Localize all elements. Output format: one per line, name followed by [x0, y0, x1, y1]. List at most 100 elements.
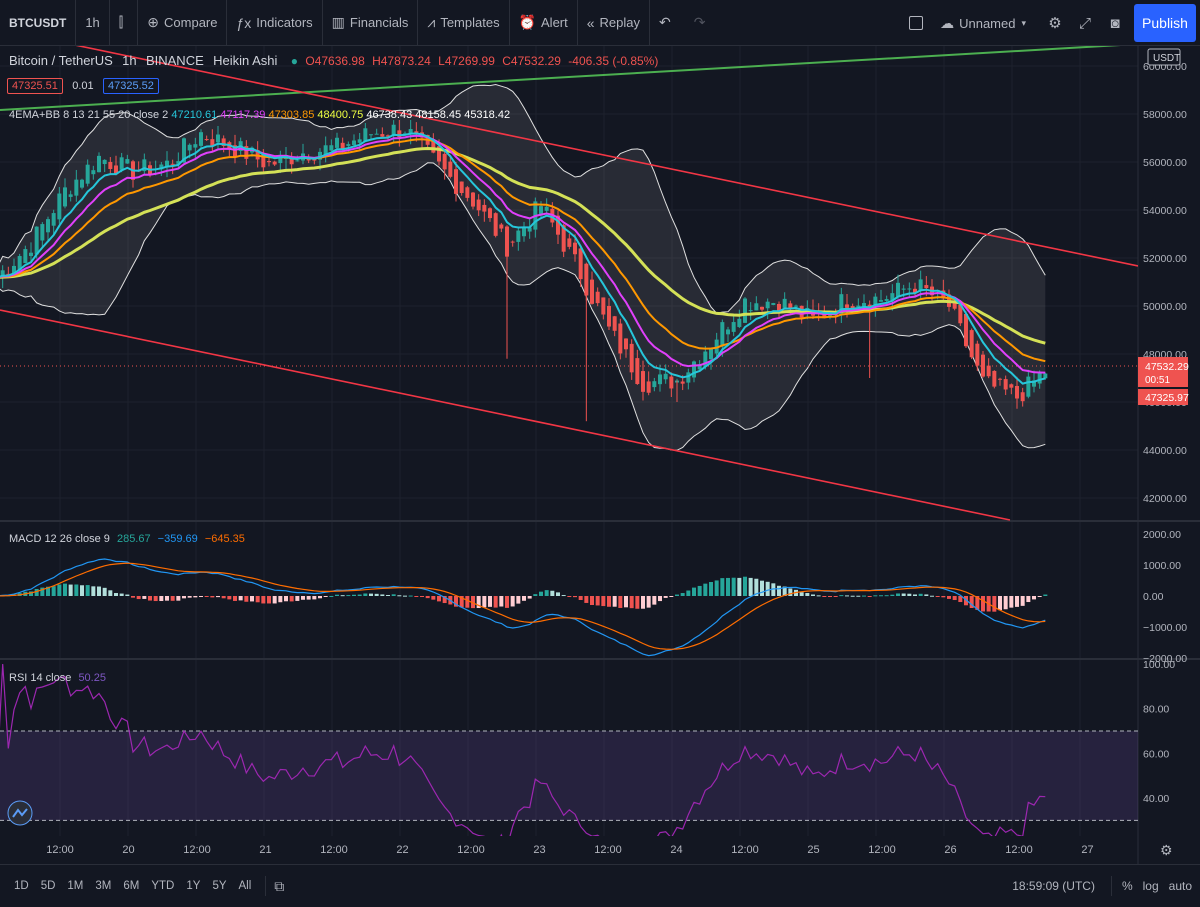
compare-button[interactable]: ⊕ Compare — [138, 0, 228, 46]
second-price-text: 47325.97 — [1145, 392, 1189, 404]
time-tick: 12:00 — [183, 844, 211, 856]
redo-button[interactable]: ↷ — [685, 0, 720, 46]
currency-label: USDT — [1153, 53, 1180, 64]
macd-histogram-bar — [391, 594, 396, 596]
chart-style-button[interactable]: ⫿ — [110, 0, 139, 46]
bar-chart-icon: ▥ — [331, 14, 345, 30]
macd-histogram-bar — [102, 587, 107, 596]
bull-candle — [720, 322, 725, 347]
fullscreen-button[interactable]: ⤢ — [1070, 0, 1100, 46]
snapshot-button[interactable]: ◙ — [1100, 0, 1130, 46]
percent-toggle[interactable]: % — [1122, 879, 1133, 893]
macd-histogram-bar — [561, 595, 566, 597]
bull-candle — [29, 252, 33, 257]
macd-histogram-bar — [629, 596, 634, 609]
macd-histogram-bar — [907, 593, 912, 596]
macd-histogram-bar — [142, 596, 147, 599]
bear-candle — [380, 134, 385, 137]
undo-button[interactable]: ↶ — [650, 0, 685, 46]
macd-name[interactable]: MACD 12 26 close 9 — [9, 533, 110, 545]
time-tick: 23 — [533, 844, 545, 856]
bull-candle — [57, 193, 62, 220]
macd-histogram-bar — [182, 596, 186, 599]
layout-name-button[interactable]: ☁ Unnamed ▾ — [931, 0, 1040, 46]
time-tick: 24 — [670, 844, 682, 856]
utc-clock[interactable]: 18:59:09 (UTC) — [1012, 879, 1095, 893]
bull-candle — [516, 230, 521, 242]
macd-histogram-bar — [1020, 596, 1025, 606]
bear-candle — [969, 330, 974, 358]
redo-icon: ↷ — [693, 14, 706, 30]
bull-candle — [374, 133, 379, 135]
timeframe-1y[interactable]: 1Y — [180, 880, 206, 892]
compare-label: Compare — [164, 15, 218, 30]
timeframe-all[interactable]: All — [233, 880, 258, 892]
macd-histogram-bar — [80, 585, 84, 596]
macd-histogram-bar — [624, 596, 628, 608]
templates-button[interactable]: ⩘ Templates — [418, 0, 510, 46]
bull-candle — [737, 318, 742, 327]
bull-candle — [40, 224, 45, 241]
time-tick: 12:00 — [46, 844, 74, 856]
macd-histogram-bar — [210, 596, 215, 598]
checkbox-icon — [909, 16, 924, 30]
replay-button[interactable]: « Replay — [578, 0, 651, 46]
bear-candle — [493, 213, 498, 236]
bull-candle — [357, 139, 362, 143]
alert-button[interactable]: ⏰ Alert — [510, 0, 578, 46]
macd-histogram-bar — [726, 577, 730, 596]
macd-histogram-bar — [199, 596, 203, 597]
bear-candle — [635, 358, 640, 384]
rsi-name[interactable]: RSI 14 close — [9, 672, 71, 684]
bear-candle — [680, 381, 685, 384]
macd-histogram-bar — [193, 596, 198, 598]
macd-histogram-bar — [816, 595, 821, 597]
interval-button[interactable]: 1h — [76, 0, 110, 46]
timeframe-6m[interactable]: 6M — [117, 880, 145, 892]
bull-candle — [125, 159, 130, 164]
time-tick: 12:00 — [594, 844, 622, 856]
macd-histogram-bar — [278, 596, 283, 603]
buy-price-badge[interactable]: 47325.52 — [103, 78, 159, 94]
publish-button[interactable]: Publish — [1134, 4, 1196, 42]
rsi-value: 50.25 — [78, 672, 106, 684]
bull-candle — [1043, 373, 1048, 379]
price-tick: 56000.00 — [1143, 157, 1187, 169]
time-tick: 22 — [396, 844, 408, 856]
date-range-icon[interactable]: ⧉ — [274, 878, 284, 895]
sell-price-badge[interactable]: 47325.51 — [7, 78, 63, 94]
timeframe-5d[interactable]: 5D — [35, 880, 62, 892]
select-toggle-button[interactable] — [901, 0, 931, 46]
price-scales[interactable]: 60000.0058000.0056000.0054000.0052000.00… — [1138, 48, 1189, 805]
indicator-name[interactable]: 4EMA+BB 8 13 21 55 20 close 2 — [9, 109, 168, 121]
bull-candle — [884, 299, 889, 301]
layout-name-label: Unnamed — [959, 15, 1016, 31]
rsi-pane — [0, 663, 1138, 836]
timeframe-1m[interactable]: 1M — [61, 880, 89, 892]
pair-name[interactable]: Bitcoin / TetherUS — [9, 53, 113, 68]
timeframe-3m[interactable]: 3M — [89, 880, 117, 892]
timeframe-ytd[interactable]: YTD — [145, 880, 180, 892]
macd-histogram-bar — [255, 596, 260, 603]
chart-canvas[interactable]: 60000.0058000.0056000.0054000.0052000.00… — [0, 46, 1200, 864]
bull-candle — [363, 128, 368, 142]
macd-histogram-bar — [884, 595, 889, 597]
log-toggle[interactable]: log — [1143, 879, 1159, 893]
templates-label: Templates — [440, 15, 500, 30]
macd-histogram-bar — [153, 596, 158, 602]
macd-histogram-bar — [408, 595, 413, 597]
bear-candle — [272, 161, 277, 165]
symbol-search-button[interactable]: BTCUSDT — [0, 0, 77, 46]
legend-change: -406.35 (-0.85%) — [568, 54, 659, 68]
macd-histogram-bar — [289, 596, 294, 602]
financials-button[interactable]: ▥ Financials — [323, 0, 419, 46]
timeframe-1d[interactable]: 1D — [8, 880, 35, 892]
macd-histogram-bar — [760, 580, 764, 596]
settings-button[interactable]: ⚙ — [1040, 0, 1070, 46]
macd-histogram-bar — [896, 593, 900, 596]
indicators-button[interactable]: ƒx Indicators — [227, 0, 323, 46]
timeframe-5y[interactable]: 5Y — [206, 880, 232, 892]
bull-candle — [80, 179, 84, 188]
auto-toggle[interactable]: auto — [1169, 879, 1192, 893]
macd-signal-line — [0, 562, 1046, 650]
